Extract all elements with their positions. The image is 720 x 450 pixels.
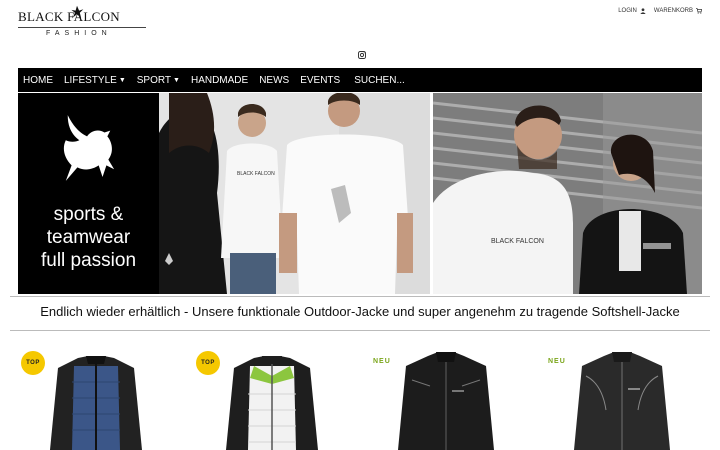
logo-wordmark: BLACK FALCON [18,9,120,24]
slogan-line-1: sports & [53,204,124,225]
jacket-image [398,352,494,450]
hero-slogan-panel: sports & teamwear full passion [18,93,159,294]
hero-photo-models: BLACK FALCON [159,93,430,294]
nav-handmade[interactable]: HANDMADE [191,75,248,86]
login-label: LOGIN [618,8,637,14]
shirt-print-text-2: BLACK FALCON [491,238,544,245]
nav-sport[interactable]: SPORT ▼ [137,75,180,86]
nav-sport-label: SPORT [136,74,172,86]
jacket-image [50,356,142,450]
hero-slogan: sports & teamwear full passion [18,203,159,272]
brand-logo[interactable]: BLACK FALCON FASHION [18,5,148,39]
cart-link[interactable]: WARENKORB [654,8,702,14]
divider-top [10,296,710,297]
header-links: LOGIN WARENKORB [618,8,702,14]
promo-headline: Endlich wieder erhältlich - Unsere funkt… [40,304,680,319]
caret-down-icon: ▼ [118,76,126,84]
slogan-line-2: teamwear [46,227,131,248]
falcon-icon [63,115,115,181]
divider-bottom [10,330,710,331]
cart-icon [696,8,702,14]
outdoor-illustration: BLACK FALCON [433,93,702,294]
nav-news[interactable]: NEWS [259,75,289,86]
falcon-logo-icon [71,5,84,19]
top-badge: TOP [21,351,45,375]
cart-label: WARENKORB [653,8,693,14]
top-badge: TOP [196,351,220,375]
models-illustration: BLACK FALCON [159,93,430,294]
search-placeholder: SUCHEN... [354,74,405,86]
nav-events[interactable]: EVENTS [300,75,340,86]
jacket-image [226,356,318,450]
nav-home-label: HOME [23,74,53,86]
jacket-image [574,352,670,450]
product-card[interactable]: NEU [370,348,520,450]
slogan-line-3: full passion [40,250,137,271]
nav-events-label: EVENTS [300,74,341,86]
nav-news-label: NEWS [259,74,290,86]
product-card[interactable]: TOP [18,348,168,450]
main-navigation: HOME LIFESTYLE ▼ SPORT ▼ HANDMADE NEWS EVE… [18,68,702,92]
new-badge: NEU [548,358,566,365]
nav-handmade-label: HANDMADE [190,74,249,86]
new-badge: NEU [373,358,391,365]
product-card[interactable]: TOP [194,348,344,450]
shirt-print-text: BLACK FALCON [237,171,275,177]
caret-down-icon: ▼ [173,76,180,84]
login-link[interactable]: LOGIN [618,8,646,14]
nav-lifestyle[interactable]: LIFESTYLE ▼ [64,75,126,86]
user-icon [640,8,646,14]
nav-home[interactable]: HOME [23,75,53,86]
search-input[interactable]: SUCHEN... [354,75,405,86]
logo-underline [18,27,146,28]
logo-subtitle: FASHION [46,30,112,37]
nav-lifestyle-label: LIFESTYLE [64,74,117,86]
instagram-icon[interactable] [358,51,366,59]
product-card[interactable]: NEU [546,348,696,450]
hero-photo-outdoor: BLACK FALCON [433,93,702,294]
hero-banner[interactable]: sports & teamwear full passion BLACK FAL… [18,93,702,294]
